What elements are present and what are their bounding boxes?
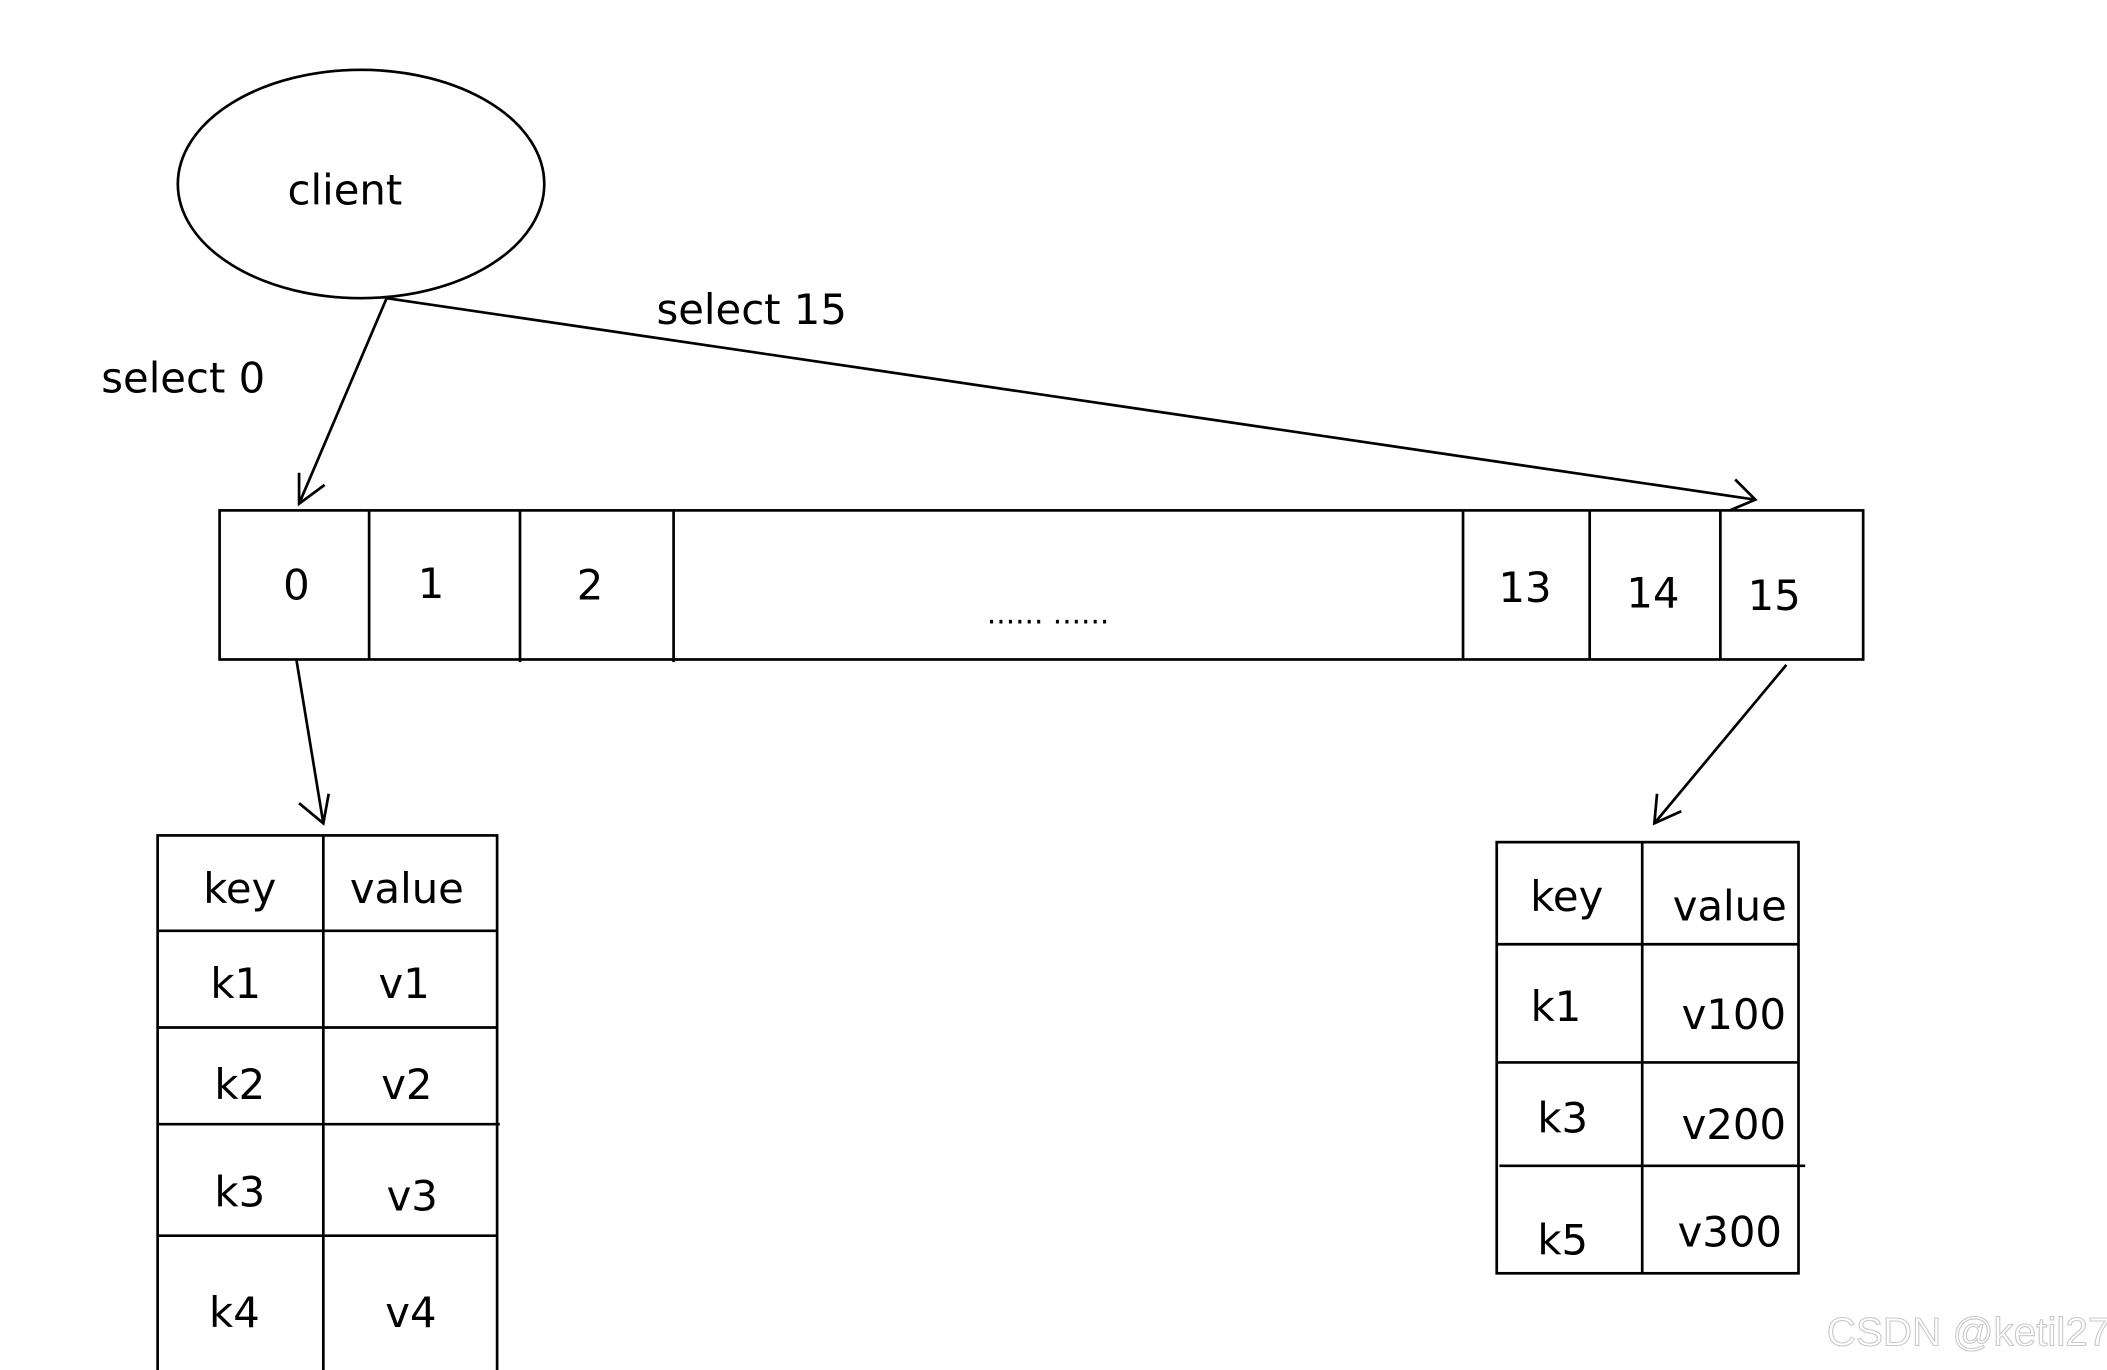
table-header-value: value (1673, 881, 1787, 930)
table-cell: k3 (1537, 1094, 1588, 1143)
table-cell: k5 (1537, 1216, 1588, 1265)
edge-db15-to-table (1652, 663, 1788, 826)
arrowhead-icon (298, 793, 331, 826)
array-cell-15: 15 (1748, 571, 1801, 620)
table-cell: k1 (1531, 982, 1582, 1031)
table-header-key: key (1530, 872, 1603, 921)
left-kv-table: key value k1 v1 k2 v2 k3 v3 k4 v4 (156, 834, 500, 1370)
table-cell: k4 (209, 1288, 260, 1337)
table-cell: v4 (385, 1288, 436, 1337)
watermark: CSDN @ketil27 (1827, 1309, 2107, 1355)
table-cell: k3 (214, 1167, 265, 1216)
table-header-key: key (203, 864, 276, 913)
edge-select-15: select 15 (386, 285, 1758, 512)
edge-db0-to-table (295, 659, 331, 826)
array-cell-1: 1 (418, 559, 445, 608)
database-array: 0 1 2 ...... ...... 13 14 15 (218, 509, 1865, 663)
table-cell: v100 (1682, 990, 1786, 1039)
table-cell: k2 (214, 1060, 265, 1109)
table-cell: v2 (381, 1060, 432, 1109)
edge-line (297, 297, 388, 505)
arrowhead-icon (297, 472, 326, 507)
edge-line (386, 296, 1756, 501)
edge-label-select-15: select 15 (657, 285, 847, 334)
table-cell: v1 (379, 959, 430, 1008)
arrowhead-icon (1729, 478, 1758, 512)
table-cell: v3 (387, 1171, 438, 1220)
right-kv-table: key value k1 v100 k3 v200 k5 v300 (1495, 840, 1806, 1275)
edge-line (295, 659, 325, 824)
array-cell-13: 13 (1498, 563, 1551, 612)
client-label: client (288, 165, 403, 214)
diagram-canvas: client select 0 select 15 0 1 2 ...... .… (101, 68, 2107, 1370)
edge-label-select-0: select 0 (101, 353, 265, 402)
client-node: client (176, 68, 546, 300)
edge-line (1653, 663, 1788, 825)
array-cell-0: 0 (283, 560, 310, 609)
table-cell: k1 (210, 959, 261, 1008)
edge-select-0: select 0 (101, 297, 388, 507)
array-cell-14: 14 (1626, 568, 1679, 617)
array-border (218, 509, 1865, 661)
array-cell-2: 2 (577, 560, 604, 609)
table-header-value: value (350, 864, 464, 913)
table-cell: v200 (1682, 1100, 1786, 1149)
array-cell-ellipsis: ...... ...... (987, 597, 1109, 631)
table-cell: v300 (1678, 1208, 1782, 1257)
